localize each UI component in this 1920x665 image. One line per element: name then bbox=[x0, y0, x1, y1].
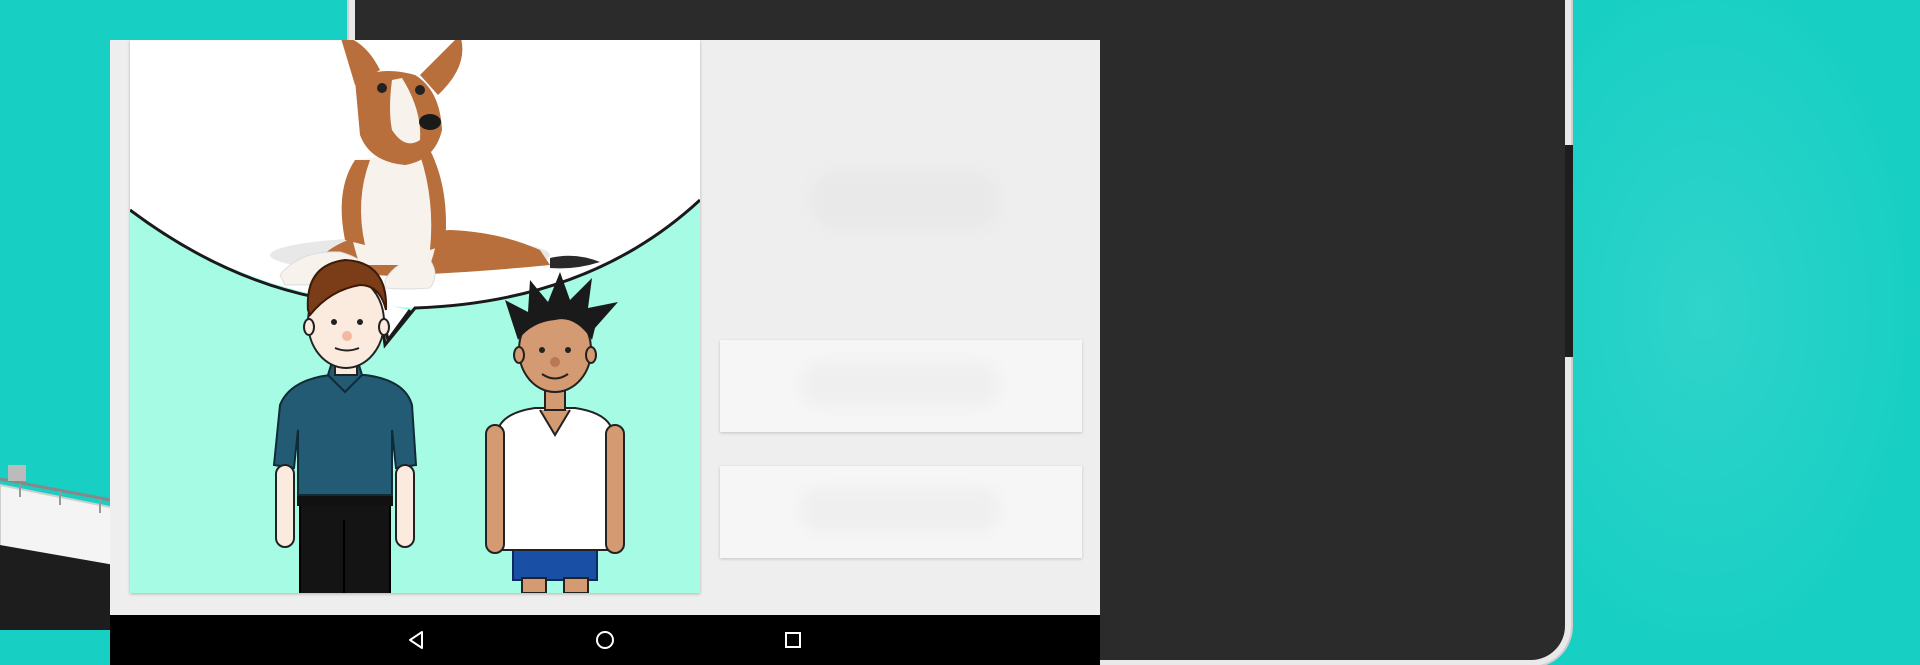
comic-illustration bbox=[130, 40, 700, 593]
answer-card-1-placeholder bbox=[800, 362, 1000, 406]
answer-card-2[interactable] bbox=[720, 466, 1082, 558]
dog-picture bbox=[270, 40, 600, 290]
recents-button[interactable] bbox=[763, 615, 823, 665]
back-button[interactable] bbox=[387, 615, 447, 665]
android-navigation-bar bbox=[110, 615, 1100, 665]
loading-placeholder bbox=[810, 170, 1000, 230]
home-button[interactable] bbox=[575, 615, 635, 665]
triangle-back-icon bbox=[409, 631, 423, 649]
app-screen bbox=[110, 40, 1100, 615]
comic-image bbox=[130, 40, 700, 593]
answer-card-1[interactable] bbox=[720, 340, 1082, 432]
circle-home-icon bbox=[596, 631, 614, 649]
background-glow bbox=[1560, 0, 1920, 660]
answer-card-2-placeholder bbox=[800, 488, 1000, 532]
power-button-right bbox=[1565, 145, 1573, 357]
square-recents-icon bbox=[785, 632, 801, 648]
